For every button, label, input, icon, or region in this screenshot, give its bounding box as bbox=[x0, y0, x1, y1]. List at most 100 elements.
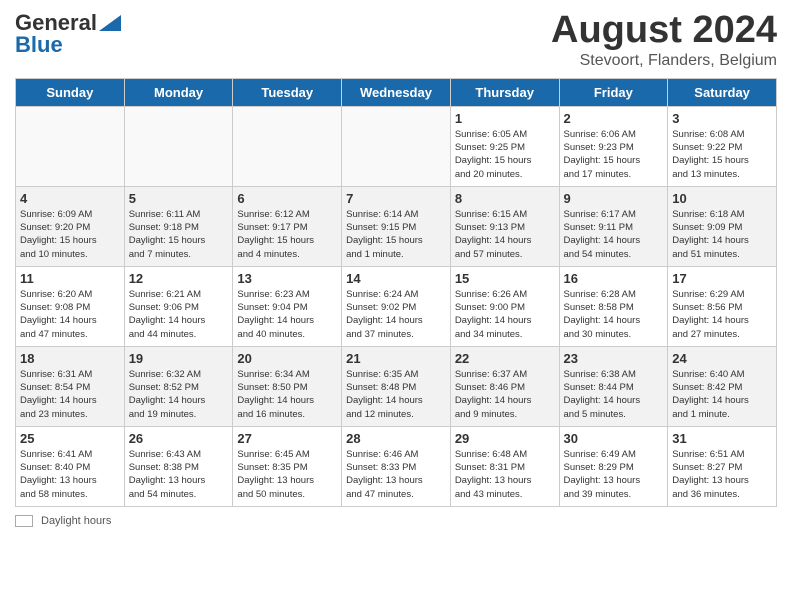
day-number: 13 bbox=[237, 271, 337, 286]
day-info: Sunrise: 6:48 AM Sunset: 8:31 PM Dayligh… bbox=[455, 448, 555, 501]
location: Stevoort, Flanders, Belgium bbox=[551, 52, 777, 70]
day-info: Sunrise: 6:11 AM Sunset: 9:18 PM Dayligh… bbox=[129, 208, 229, 261]
day-number: 12 bbox=[129, 271, 229, 286]
calendar-week-2: 4 Sunrise: 6:09 AM Sunset: 9:20 PM Daylig… bbox=[16, 186, 777, 266]
col-wednesday: Wednesday bbox=[342, 78, 451, 106]
table-row: 20 Sunrise: 6:34 AM Sunset: 8:50 PM Dayli… bbox=[233, 346, 342, 426]
table-row: 26Sunrise: 6:43 AM Sunset: 8:38 PM Dayli… bbox=[124, 426, 233, 506]
header-row: Sunday Monday Tuesday Wednesday Thursday… bbox=[16, 78, 777, 106]
table-row: 14Sunrise: 6:24 AM Sunset: 9:02 PM Dayli… bbox=[342, 266, 451, 346]
day-info: Sunrise: 6:26 AM Sunset: 9:00 PM Dayligh… bbox=[455, 288, 555, 341]
table-row: 3Sunrise: 6:08 AM Sunset: 9:22 PM Daylig… bbox=[668, 106, 777, 186]
calendar-week-4: 18Sunrise: 6:31 AM Sunset: 8:54 PM Dayli… bbox=[16, 346, 777, 426]
day-info: Sunrise: 6:14 AM Sunset: 9:15 PM Dayligh… bbox=[346, 208, 446, 261]
table-row: 2 Sunrise: 6:06 AM Sunset: 9:23 PM Daylig… bbox=[559, 106, 668, 186]
footer: Daylight hours bbox=[15, 515, 777, 527]
day-number: 11 bbox=[20, 271, 120, 286]
day-number: 16 bbox=[564, 271, 664, 286]
logo-blue: Blue bbox=[15, 32, 63, 58]
table-row: 16 Sunrise: 6:28 AM Sunset: 8:58 PM Dayli… bbox=[559, 266, 668, 346]
day-info: Sunrise: 6:29 AM Sunset: 8:56 PM Dayligh… bbox=[672, 288, 772, 341]
table-row: 11 Sunrise: 6:20 AM Sunset: 9:08 PM Dayli… bbox=[16, 266, 125, 346]
day-number: 7 bbox=[346, 191, 446, 206]
table-row: 22 Sunrise: 6:37 AM Sunset: 8:46 PM Dayli… bbox=[450, 346, 559, 426]
table-row bbox=[342, 106, 451, 186]
col-saturday: Saturday bbox=[668, 78, 777, 106]
calendar-week-1: 1 Sunrise: 6:05 AM Sunset: 9:25 PM Daylig… bbox=[16, 106, 777, 186]
day-info: Sunrise: 6:05 AM Sunset: 9:25 PM Dayligh… bbox=[455, 128, 555, 181]
header: General Blue August 2024 Stevoort, Fland… bbox=[15, 10, 777, 70]
day-number: 4 bbox=[20, 191, 120, 206]
day-info: Sunrise: 6:20 AM Sunset: 9:08 PM Dayligh… bbox=[20, 288, 120, 341]
table-row: 18Sunrise: 6:31 AM Sunset: 8:54 PM Dayli… bbox=[16, 346, 125, 426]
daylight-box-icon bbox=[15, 515, 33, 527]
table-row: 12 Sunrise: 6:21 AM Sunset: 9:06 PM Dayli… bbox=[124, 266, 233, 346]
day-number: 22 bbox=[455, 351, 555, 366]
day-number: 3 bbox=[672, 111, 772, 126]
day-number: 15 bbox=[455, 271, 555, 286]
day-number: 25 bbox=[20, 431, 120, 446]
table-row bbox=[233, 106, 342, 186]
day-info: Sunrise: 6:28 AM Sunset: 8:58 PM Dayligh… bbox=[564, 288, 664, 341]
calendar-table: Sunday Monday Tuesday Wednesday Thursday… bbox=[15, 78, 777, 507]
day-info: Sunrise: 6:06 AM Sunset: 9:23 PM Dayligh… bbox=[564, 128, 664, 181]
day-number: 29 bbox=[455, 431, 555, 446]
table-row: 5 Sunrise: 6:11 AM Sunset: 9:18 PM Daylig… bbox=[124, 186, 233, 266]
day-info: Sunrise: 6:12 AM Sunset: 9:17 PM Dayligh… bbox=[237, 208, 337, 261]
col-sunday: Sunday bbox=[16, 78, 125, 106]
calendar-week-3: 11 Sunrise: 6:20 AM Sunset: 9:08 PM Dayli… bbox=[16, 266, 777, 346]
day-number: 30 bbox=[564, 431, 664, 446]
day-info: Sunrise: 6:09 AM Sunset: 9:20 PM Dayligh… bbox=[20, 208, 120, 261]
day-number: 2 bbox=[564, 111, 664, 126]
col-monday: Monday bbox=[124, 78, 233, 106]
logo: General Blue bbox=[15, 10, 121, 58]
day-number: 21 bbox=[346, 351, 446, 366]
table-row: 23Sunrise: 6:38 AM Sunset: 8:44 PM Dayli… bbox=[559, 346, 668, 426]
day-info: Sunrise: 6:18 AM Sunset: 9:09 PM Dayligh… bbox=[672, 208, 772, 261]
day-number: 20 bbox=[237, 351, 337, 366]
table-row: 1 Sunrise: 6:05 AM Sunset: 9:25 PM Daylig… bbox=[450, 106, 559, 186]
day-info: Sunrise: 6:45 AM Sunset: 8:35 PM Dayligh… bbox=[237, 448, 337, 501]
table-row: 24Sunrise: 6:40 AM Sunset: 8:42 PM Dayli… bbox=[668, 346, 777, 426]
day-info: Sunrise: 6:41 AM Sunset: 8:40 PM Dayligh… bbox=[20, 448, 120, 501]
col-thursday: Thursday bbox=[450, 78, 559, 106]
day-info: Sunrise: 6:34 AM Sunset: 8:50 PM Dayligh… bbox=[237, 368, 337, 421]
table-row: 17Sunrise: 6:29 AM Sunset: 8:56 PM Dayli… bbox=[668, 266, 777, 346]
day-info: Sunrise: 6:46 AM Sunset: 8:33 PM Dayligh… bbox=[346, 448, 446, 501]
table-row: 15 Sunrise: 6:26 AM Sunset: 9:00 PM Dayli… bbox=[450, 266, 559, 346]
title-area: August 2024 Stevoort, Flanders, Belgium bbox=[551, 10, 777, 70]
day-number: 8 bbox=[455, 191, 555, 206]
day-number: 31 bbox=[672, 431, 772, 446]
month-title: August 2024 bbox=[551, 10, 777, 52]
table-row: 19Sunrise: 6:32 AM Sunset: 8:52 PM Dayli… bbox=[124, 346, 233, 426]
table-row bbox=[124, 106, 233, 186]
calendar-week-5: 25 Sunrise: 6:41 AM Sunset: 8:40 PM Dayli… bbox=[16, 426, 777, 506]
day-info: Sunrise: 6:51 AM Sunset: 8:27 PM Dayligh… bbox=[672, 448, 772, 501]
table-row: 4 Sunrise: 6:09 AM Sunset: 9:20 PM Daylig… bbox=[16, 186, 125, 266]
logo-icon bbox=[99, 15, 121, 31]
day-info: Sunrise: 6:43 AM Sunset: 8:38 PM Dayligh… bbox=[129, 448, 229, 501]
table-row: 8 Sunrise: 6:15 AM Sunset: 9:13 PM Daylig… bbox=[450, 186, 559, 266]
table-row: 9Sunrise: 6:17 AM Sunset: 9:11 PM Daylig… bbox=[559, 186, 668, 266]
day-info: Sunrise: 6:37 AM Sunset: 8:46 PM Dayligh… bbox=[455, 368, 555, 421]
table-row: 29 Sunrise: 6:48 AM Sunset: 8:31 PM Dayli… bbox=[450, 426, 559, 506]
day-number: 1 bbox=[455, 111, 555, 126]
table-row: 13 Sunrise: 6:23 AM Sunset: 9:04 PM Dayli… bbox=[233, 266, 342, 346]
day-number: 18 bbox=[20, 351, 120, 366]
table-row: 7 Sunrise: 6:14 AM Sunset: 9:15 PM Daylig… bbox=[342, 186, 451, 266]
table-row: 10Sunrise: 6:18 AM Sunset: 9:09 PM Dayli… bbox=[668, 186, 777, 266]
day-info: Sunrise: 6:15 AM Sunset: 9:13 PM Dayligh… bbox=[455, 208, 555, 261]
day-number: 14 bbox=[346, 271, 446, 286]
day-info: Sunrise: 6:23 AM Sunset: 9:04 PM Dayligh… bbox=[237, 288, 337, 341]
col-friday: Friday bbox=[559, 78, 668, 106]
day-number: 28 bbox=[346, 431, 446, 446]
day-number: 5 bbox=[129, 191, 229, 206]
day-number: 24 bbox=[672, 351, 772, 366]
table-row: 28 Sunrise: 6:46 AM Sunset: 8:33 PM Dayli… bbox=[342, 426, 451, 506]
day-info: Sunrise: 6:21 AM Sunset: 9:06 PM Dayligh… bbox=[129, 288, 229, 341]
day-info: Sunrise: 6:35 AM Sunset: 8:48 PM Dayligh… bbox=[346, 368, 446, 421]
page: General Blue August 2024 Stevoort, Fland… bbox=[0, 0, 792, 612]
day-info: Sunrise: 6:32 AM Sunset: 8:52 PM Dayligh… bbox=[129, 368, 229, 421]
day-info: Sunrise: 6:49 AM Sunset: 8:29 PM Dayligh… bbox=[564, 448, 664, 501]
day-info: Sunrise: 6:38 AM Sunset: 8:44 PM Dayligh… bbox=[564, 368, 664, 421]
